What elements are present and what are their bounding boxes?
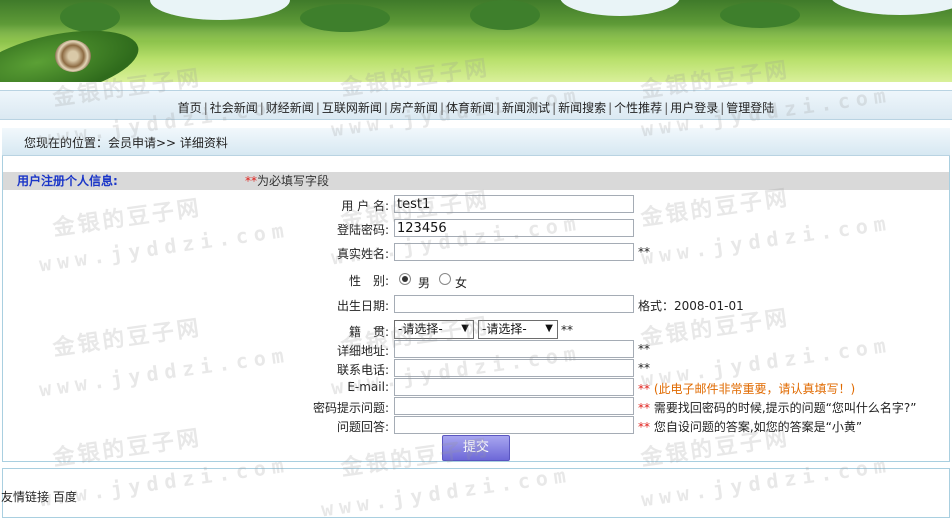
nav-separator: |: [720, 101, 725, 115]
row-gender: 性 别: 男 女: [0, 269, 952, 290]
nav-separator: |: [203, 101, 208, 115]
nav-item-realestate[interactable]: 房产新闻: [390, 101, 438, 115]
email-note: ** (此电子邮件非常重要，请认真填写！): [638, 380, 855, 397]
email-input[interactable]: [394, 378, 634, 396]
banner-tree: [60, 2, 120, 32]
city-select-value: -请选择-: [482, 322, 527, 336]
nav-separator: |: [664, 101, 669, 115]
realname-input[interactable]: [394, 243, 634, 261]
row-answer: 问题回答: ** 您自设问题的答案,如您的答案是“小黄”: [0, 415, 952, 435]
submit-button[interactable]: 提交: [442, 435, 510, 461]
gender-female-label: 女: [455, 276, 468, 290]
friend-links-label: 友情链接: [1, 490, 50, 504]
page: 首页 | 社会新闻 | 财经新闻 | 互联网新闻 | 房产新闻 | 体育新闻 | 新闻测试 | 新闻搜索 | 个…: [0, 0, 952, 530]
email-label: E-mail:: [347, 380, 389, 394]
email-hint: (此电子邮件非常重要，请认真填写！): [653, 382, 856, 396]
gender-male-radio[interactable]: [399, 273, 411, 285]
form-header: 用户注册个人信息: **为必填写字段: [3, 172, 949, 190]
realname-label: 真实姓名:: [336, 247, 389, 261]
nav-item-test[interactable]: 新闻测试: [502, 101, 550, 115]
nav-separator: |: [259, 101, 264, 115]
row-email: E-mail: ** (此电子邮件非常重要，请认真填写！): [0, 377, 952, 397]
required-text: 为必填写字段: [257, 174, 330, 188]
province-select[interactable]: -请选择- ▼: [394, 320, 474, 339]
nav-item-admin[interactable]: 管理登陆: [726, 101, 774, 115]
row-address: 详细地址: **: [0, 339, 952, 359]
address-label: 详细地址:: [336, 344, 389, 358]
question-hint: 需要找回密码的时候,提示的问题“您叫什么名字?”: [653, 401, 917, 415]
nav-separator: |: [496, 101, 501, 115]
answer-input[interactable]: [394, 416, 634, 434]
username-label: 用 户 名:: [341, 199, 389, 213]
nav-item-sports[interactable]: 体育新闻: [446, 101, 494, 115]
answer-hint: 您自设问题的答案,如您的答案是“小黄”: [653, 420, 863, 434]
phone-label: 联系电话:: [336, 363, 389, 377]
nav-item-search[interactable]: 新闻搜索: [558, 101, 606, 115]
address-required-mark: **: [638, 342, 650, 356]
row-question: 密码提示问题: ** 需要找回密码的时候,提示的问题“您叫什么名字?”: [0, 396, 952, 416]
row-username: 用 户 名:: [0, 194, 952, 214]
breadcrumb-text: 您现在的位置：会员申请>> 详细资料: [24, 136, 228, 150]
footer: 友情链接 百度: [1, 468, 950, 518]
answer-required-mark: **: [638, 420, 650, 434]
nav-item-society[interactable]: 社会新闻: [210, 101, 258, 115]
birthday-label: 出生日期:: [336, 299, 389, 313]
banner-tree: [300, 4, 390, 32]
username-input[interactable]: [394, 195, 634, 213]
row-realname: 真实姓名: **: [0, 242, 952, 262]
nav-separator: |: [608, 101, 613, 115]
breadcrumb: 您现在的位置：会员申请>> 详细资料: [2, 128, 950, 156]
phone-required-mark: **: [638, 361, 650, 375]
main-nav: 首页 | 社会新闻 | 财经新闻 | 互联网新闻 | 房产新闻 | 体育新闻 | 新闻测试 | 新闻搜索 | 个…: [0, 90, 952, 120]
friend-link-baidu[interactable]: 百度: [53, 490, 77, 504]
address-input[interactable]: [394, 340, 634, 358]
form-title: 用户注册个人信息:: [17, 174, 118, 188]
nav-separator: |: [439, 101, 444, 115]
nav-item-recommend[interactable]: 个性推荐: [614, 101, 662, 115]
row-origin: 籍 贯: -请选择- ▼ -请选择- ▼ **: [0, 320, 952, 340]
origin-label: 籍 贯:: [348, 325, 389, 339]
email-required-mark: **: [638, 382, 650, 396]
question-input[interactable]: [394, 397, 634, 415]
gender-female-radio[interactable]: [439, 273, 451, 285]
nav-separator: |: [383, 101, 388, 115]
friend-links: 友情链接 百度: [1, 488, 77, 505]
banner-tree: [470, 0, 540, 30]
header-banner: [0, 0, 952, 82]
banner-snail: [55, 40, 91, 72]
birthday-input[interactable]: [394, 295, 634, 313]
question-label: 密码提示问题:: [312, 401, 389, 415]
birthday-format-hint: 格式：2008-01-01: [638, 299, 744, 313]
realname-required-mark: **: [638, 245, 650, 259]
nav-item-finance[interactable]: 财经新闻: [266, 101, 314, 115]
gender-male-label: 男: [418, 276, 431, 290]
chevron-down-icon: ▼: [545, 323, 553, 334]
question-note: ** 需要找回密码的时候,提示的问题“您叫什么名字?”: [638, 399, 916, 416]
nav-item-internet[interactable]: 互联网新闻: [322, 101, 382, 115]
password-input[interactable]: [394, 219, 634, 237]
question-required-mark: **: [638, 401, 650, 415]
required-mark: **: [245, 174, 257, 188]
answer-note: ** 您自设问题的答案,如您的答案是“小黄”: [638, 418, 862, 435]
chevron-down-icon: ▼: [461, 323, 469, 334]
row-password: 登陆密码:: [0, 218, 952, 238]
banner-tree: [720, 2, 800, 28]
city-select[interactable]: -请选择- ▼: [478, 320, 558, 339]
row-birthday: 出生日期: 格式：2008-01-01: [0, 294, 952, 314]
nav-item-home[interactable]: 首页: [178, 101, 202, 115]
phone-input[interactable]: [394, 359, 634, 377]
gender-label: 性 别:: [348, 274, 389, 288]
password-label: 登陆密码:: [336, 223, 389, 237]
row-phone: 联系电话: **: [0, 358, 952, 378]
province-select-value: -请选择-: [398, 322, 443, 336]
required-note: **为必填写字段: [245, 172, 329, 190]
nav-separator: |: [552, 101, 557, 115]
nav-separator: |: [315, 101, 320, 115]
origin-required-mark: **: [561, 323, 573, 337]
answer-label: 问题回答:: [336, 420, 389, 434]
nav-item-login[interactable]: 用户登录: [670, 101, 718, 115]
